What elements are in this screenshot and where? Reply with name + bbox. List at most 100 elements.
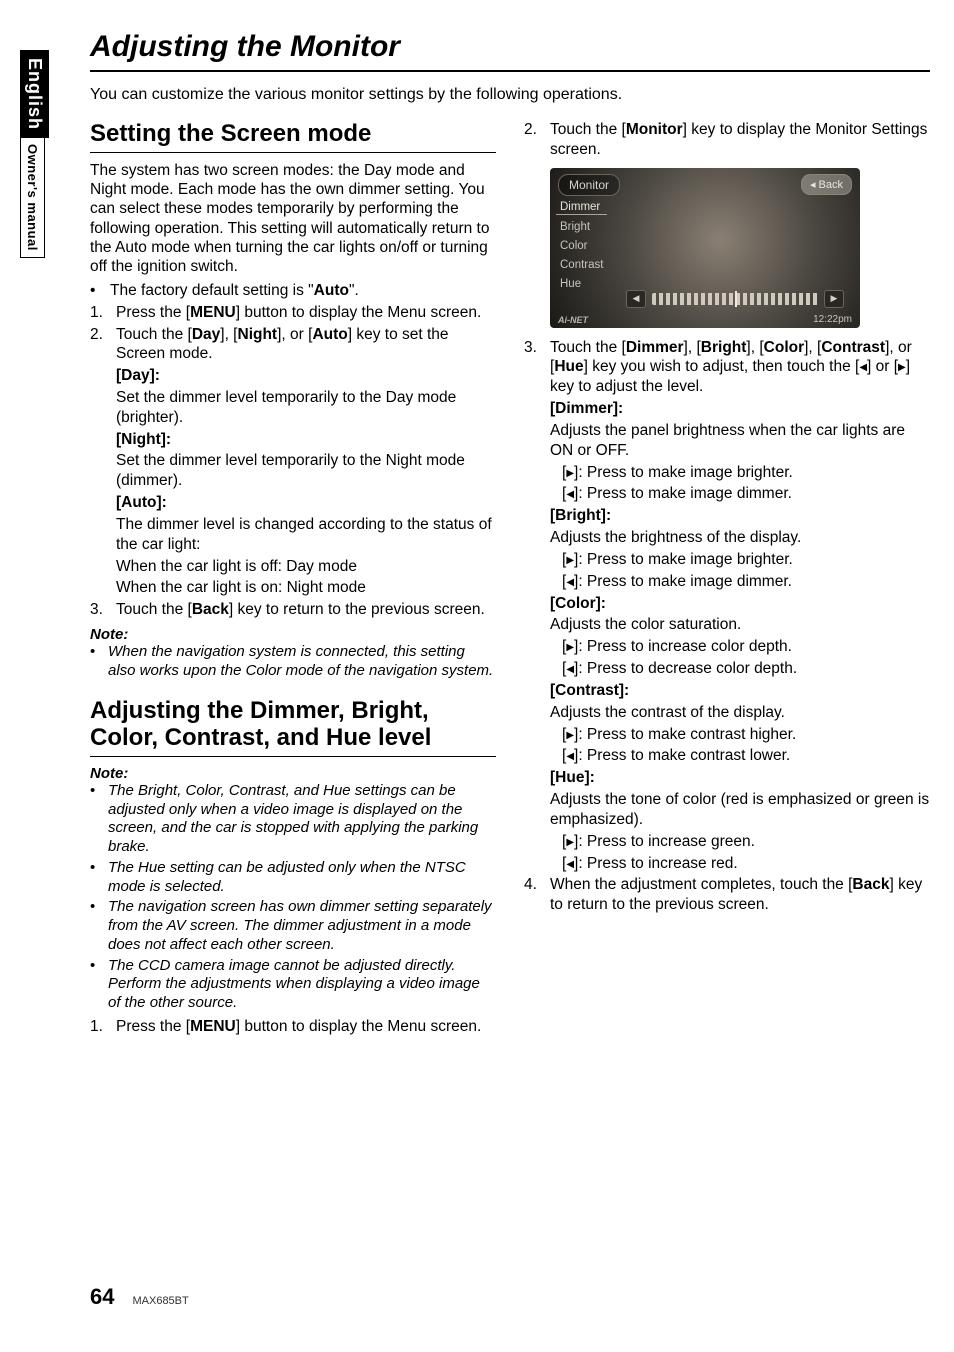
step-num: 2. <box>90 325 116 365</box>
step-text: ] button to display the Menu screen. <box>236 1018 482 1035</box>
right-column: 2. Touch the [Monitor] key to display th… <box>524 120 930 1039</box>
step-text: Press the [ <box>116 1018 190 1035</box>
ss-slider-bar <box>652 293 818 305</box>
heading-adjusting: Adjusting the Dimmer, Bright, Color, Con… <box>90 697 496 757</box>
auto-key: Auto <box>312 326 347 343</box>
note-text: The CCD camera image cannot be adjusted … <box>108 957 496 1013</box>
note-text: The navigation screen has own dimmer set… <box>108 898 496 954</box>
step-text: ] key to return to the previous screen. <box>229 601 485 618</box>
page-number: 64 <box>90 1284 114 1310</box>
triangle-right-icon <box>566 638 574 655</box>
menu-key: MENU <box>190 304 236 321</box>
step-3: 3. Touch the [Back] key to return to the… <box>90 600 496 620</box>
auto-desc-1: The dimmer level is changed according to… <box>90 515 496 555</box>
note-text: The Bright, Color, Contrast, and Hue set… <box>108 782 496 857</box>
step-text: Touch the [ <box>550 121 626 138</box>
hue-key: Hue <box>554 358 583 375</box>
step-text: ] key you wish to adjust, then touch the… <box>584 358 860 375</box>
default-setting-bold: Auto <box>314 282 349 299</box>
hue-desc: Adjusts the tone of color (red is emphas… <box>524 790 930 830</box>
step-b1: 1. Press the [MENU] button to display th… <box>90 1017 496 1037</box>
heading-screen-mode: Setting the Screen mode <box>90 120 496 153</box>
auto-label: [Auto]: <box>90 493 496 513</box>
step-text: Touch the [ <box>116 326 192 343</box>
ss-menu-bright: Bright <box>556 220 607 234</box>
step-r2: 2. Touch the [Monitor] key to display th… <box>524 120 930 160</box>
note-item: • The Hue setting can be adjusted only w… <box>90 859 496 897</box>
triangle-left-icon <box>566 485 574 502</box>
bright-desc: Adjusts the brightness of the display. <box>524 528 930 548</box>
dimmer-desc: Adjusts the panel brightness when the ca… <box>524 421 930 461</box>
triangle-left-icon <box>566 747 574 764</box>
night-key: Night <box>238 326 278 343</box>
color-label: [Color]: <box>524 594 930 614</box>
screen-mode-intro: The system has two screen modes: the Day… <box>90 161 496 277</box>
day-key: Day <box>192 326 220 343</box>
step-text: ], or [ <box>277 326 312 343</box>
day-label: [Day]: <box>90 366 496 386</box>
ss-time: 12:22pm <box>813 314 852 325</box>
bullet-marker: • <box>90 281 110 301</box>
default-setting-pre: The factory default setting is " <box>110 282 314 299</box>
contrast-right: []: Press to make contrast higher. <box>524 725 930 745</box>
step-text: ], [ <box>746 339 763 356</box>
step-num: 3. <box>90 600 116 620</box>
color-right: []: Press to increase color depth. <box>524 637 930 657</box>
step-num: 1. <box>90 1017 116 1037</box>
contrast-desc: Adjusts the contrast of the display. <box>524 703 930 723</box>
bullet-marker: • <box>90 859 108 897</box>
dimmer-key: Dimmer <box>626 339 684 356</box>
tab-language: English <box>20 50 49 138</box>
step-num: 1. <box>90 303 116 323</box>
page-content: Adjusting the Monitor You can customize … <box>90 30 930 1039</box>
bright-left: []: Press to make image dimmer. <box>524 572 930 592</box>
note-item: • The navigation screen has own dimmer s… <box>90 898 496 954</box>
note-text: The Hue setting can be adjusted only whe… <box>108 859 496 897</box>
day-desc: Set the dimmer level temporarily to the … <box>90 388 496 428</box>
note-text: When the navigation system is connected,… <box>108 643 496 681</box>
menu-key: MENU <box>190 1018 236 1035</box>
ss-menu-hue: Hue <box>556 277 607 291</box>
step-text: ], [ <box>220 326 237 343</box>
triangle-right-icon <box>566 551 574 568</box>
monitor-key: Monitor <box>626 121 683 138</box>
color-left: []: Press to decrease color depth. <box>524 659 930 679</box>
ss-title: Monitor <box>558 174 620 196</box>
page-title: Adjusting the Monitor <box>90 30 930 72</box>
step-text: Press the [ <box>116 304 190 321</box>
ss-slider: ◀ ▶ <box>626 290 844 308</box>
page-footer: 64 MAX685BT <box>90 1284 189 1310</box>
action-text: ]: Press to make contrast lower. <box>574 747 790 764</box>
step-text: ] or [ <box>867 358 898 375</box>
default-setting-bullet: • The factory default setting is "Auto". <box>90 281 496 301</box>
default-setting-post: ". <box>349 282 359 299</box>
triangle-left-icon <box>566 573 574 590</box>
contrast-label: [Contrast]: <box>524 681 930 701</box>
action-text: ]: Press to increase color depth. <box>574 638 792 655</box>
step-text: ], [ <box>684 339 701 356</box>
night-desc: Set the dimmer level temporarily to the … <box>90 451 496 491</box>
dimmer-left: []: Press to make image dimmer. <box>524 484 930 504</box>
note-item: • When the navigation system is connecte… <box>90 643 496 681</box>
bullet-marker: • <box>90 782 108 857</box>
triangle-right-icon <box>566 464 574 481</box>
auto-desc-2: When the car light is off: Day mode <box>90 557 496 577</box>
contrast-left: []: Press to make contrast lower. <box>524 746 930 766</box>
action-text: ]: Press to make image brighter. <box>574 551 793 568</box>
bright-right: []: Press to make image brighter. <box>524 550 930 570</box>
back-key: Back <box>192 601 229 618</box>
action-text: ]: Press to make contrast higher. <box>574 726 796 743</box>
model-number: MAX685BT <box>132 1295 188 1307</box>
action-text: ]: Press to make image dimmer. <box>574 573 792 590</box>
night-label: [Night]: <box>90 430 496 450</box>
ss-arrow-right-icon: ▶ <box>824 290 844 308</box>
step-1: 1. Press the [MENU] button to display th… <box>90 303 496 323</box>
step-text: ] button to display the Menu screen. <box>236 304 482 321</box>
triangle-left-icon <box>566 855 574 872</box>
step-r4: 4. When the adjustment completes, touch … <box>524 875 930 915</box>
triangle-right-icon <box>898 358 906 375</box>
tab-doc-type: Owner's manual <box>20 138 45 258</box>
step-text: When the adjustment completes, touch the… <box>550 876 852 893</box>
monitor-settings-screenshot: Monitor ◂ Back Dimmer Bright Color Contr… <box>550 168 860 328</box>
bullet-marker: • <box>90 643 108 681</box>
